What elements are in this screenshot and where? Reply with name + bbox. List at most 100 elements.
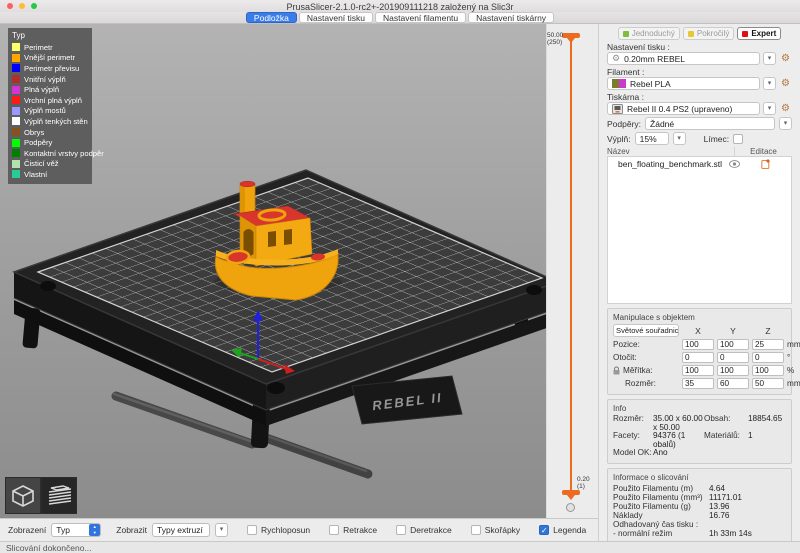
print-settings-label: Nastavení tisku :	[607, 42, 792, 51]
advanced-mode-icon	[688, 31, 694, 37]
view-3d-button[interactable]	[5, 477, 41, 514]
legend-checkbox-group: ✓ Legenda	[539, 525, 586, 535]
layer-slider-upper-handle[interactable]	[562, 33, 580, 38]
select-stepper-icon: ▲ ▼	[89, 524, 100, 536]
sliced-info-row: Použito Filamentu (m)4.64	[613, 484, 786, 493]
cube-icon	[10, 483, 36, 509]
layer-slider-lower-handle[interactable]	[562, 490, 580, 495]
color-swatch	[12, 75, 20, 83]
scale-y-input[interactable]	[717, 365, 749, 376]
infill-combo[interactable]: 15%	[635, 132, 669, 145]
size-z-input[interactable]	[752, 378, 784, 389]
lock-icon[interactable]	[613, 366, 620, 375]
color-swatch	[12, 160, 20, 168]
printer-combo[interactable]: Rebel II 0.4 PS2 (upraveno)	[607, 102, 760, 115]
rotate-x-input[interactable]	[682, 352, 714, 363]
benchy-window	[268, 231, 276, 247]
filament-m-value: 4.64	[709, 484, 725, 493]
color-swatch	[12, 64, 20, 72]
unretractions-checkbox[interactable]	[396, 525, 406, 535]
legend-item: Obrys	[12, 127, 88, 138]
supports-combo[interactable]: Žádné	[645, 117, 775, 130]
infill-label: Výplň:	[607, 134, 631, 144]
edit-icon	[761, 159, 770, 169]
object-list-row[interactable]: ben_floating_benchmark.stl	[608, 157, 791, 170]
layer-slider-track[interactable]	[570, 38, 572, 494]
check-icon: ✓	[541, 526, 548, 535]
color-swatch	[12, 43, 20, 51]
brim-checkbox[interactable]	[733, 134, 743, 144]
print-settings-dropdown-button[interactable]: ▾	[763, 52, 776, 65]
size-y-input[interactable]	[717, 378, 749, 389]
simple-mode-icon	[623, 31, 629, 37]
show-features-combo[interactable]: Typy extruzí	[152, 523, 210, 537]
mode-advanced-button[interactable]: Pokročilý	[683, 27, 734, 40]
filament-combo[interactable]: Rebel PLA	[607, 77, 760, 90]
retractions-checkbox[interactable]	[329, 525, 339, 535]
manipulation-title: Manipulace s objektem	[613, 313, 786, 322]
printer-gear-button[interactable]: ⚙	[779, 102, 792, 115]
scale-z-input[interactable]	[752, 365, 784, 376]
visibility-toggle[interactable]	[729, 160, 740, 168]
filament-gear-button[interactable]: ⚙	[779, 77, 792, 90]
view-preview-button[interactable]	[41, 477, 77, 514]
size-label: Rozměr:	[613, 379, 679, 388]
tab-print-settings[interactable]: Nastavení tisku	[299, 12, 373, 23]
shells-checkbox-group: Skořápky	[471, 525, 520, 535]
print-settings-gear-button[interactable]: ⚙	[779, 52, 792, 65]
sliced-info-row: Použito Filamentu (g)13.96	[613, 502, 786, 511]
view-select[interactable]: Typ ▲ ▼	[51, 523, 101, 537]
position-unit: mm	[787, 340, 799, 349]
sliced-info-title: Informace o slicování	[613, 473, 786, 482]
info-facets-value: 94376 (1 obalů)	[653, 432, 704, 449]
legend-item: Výplň tenkých stěn	[12, 116, 88, 127]
tab-plater[interactable]: Podložka	[246, 12, 297, 23]
supports-dropdown-button[interactable]: ▾	[779, 117, 792, 130]
gear-icon: ⚙	[612, 52, 620, 65]
printer-dropdown-button[interactable]: ▾	[763, 102, 776, 115]
main-tabbar: Podložka Nastavení tisku Nastavení filam…	[0, 12, 800, 24]
position-y-input[interactable]	[717, 339, 749, 350]
filament-dropdown-button[interactable]: ▾	[763, 77, 776, 90]
view-select-label: Zobrazení	[8, 525, 46, 535]
tab-printer-settings[interactable]: Nastavení tiskárny	[468, 12, 554, 23]
layer-slider-strip: 50.00 (250) 0.20 (1)	[546, 24, 598, 518]
show-features-dropdown-button[interactable]: ▾	[215, 523, 228, 537]
position-z-input[interactable]	[752, 339, 784, 350]
legend-checkbox[interactable]: ✓	[539, 525, 549, 535]
info-title: Info	[613, 404, 786, 413]
chevron-down-icon: ▾	[784, 120, 788, 127]
size-x-input[interactable]	[682, 378, 714, 389]
scale-x-input[interactable]	[682, 365, 714, 376]
app-window: PrusaSlicer-2.1.0-rc2+-201909111218 zalo…	[0, 0, 800, 553]
object-edit-button[interactable]	[740, 159, 791, 169]
one-layer-mode-toggle[interactable]	[566, 503, 575, 512]
infill-dropdown-button[interactable]: ▾	[673, 132, 686, 145]
rotate-z-input[interactable]	[752, 352, 784, 363]
rotate-label: Otočit:	[613, 353, 679, 362]
tab-filament-settings[interactable]: Nastavení filamentu	[375, 12, 466, 23]
travel-checkbox[interactable]	[247, 525, 257, 535]
object-list: ben_floating_benchmark.stl	[607, 156, 792, 304]
mode-expert-button[interactable]: Expert	[737, 27, 781, 40]
filament-g-value: 13.96	[709, 502, 730, 511]
infill-brim-row: Výplň: 15% ▾ Límec:	[607, 132, 792, 145]
layers-icon	[45, 483, 73, 509]
position-x-input[interactable]	[682, 339, 714, 350]
position-label: Pozice:	[613, 340, 679, 349]
coordinates-combo[interactable]: Světové souřadnice ▾	[613, 324, 679, 337]
sliced-info-row: - normální režim1h 33m 14s	[613, 529, 786, 538]
viewport-3d[interactable]: REBEL II	[0, 24, 546, 518]
rotate-y-input[interactable]	[717, 352, 749, 363]
print-settings-row: ⚙ 0.20mm REBEL ▾ ⚙	[607, 52, 792, 65]
legend-item: Perimetr převisu	[12, 63, 88, 74]
preview-toolbar: Zobrazení Typ ▲ ▼ Zobrazit Typy extruzí …	[0, 518, 598, 541]
info-materials-value: 1	[748, 432, 786, 449]
shells-checkbox[interactable]	[471, 525, 481, 535]
chevron-down-icon: ▾	[677, 135, 681, 142]
mode-simple-button[interactable]: Jednoduchý	[618, 27, 680, 40]
retractions-checkbox-group: Retrakce	[329, 525, 377, 535]
size-unit: mm	[787, 379, 799, 388]
print-settings-combo[interactable]: ⚙ 0.20mm REBEL	[607, 52, 760, 65]
axis-x-header: X	[682, 326, 714, 336]
